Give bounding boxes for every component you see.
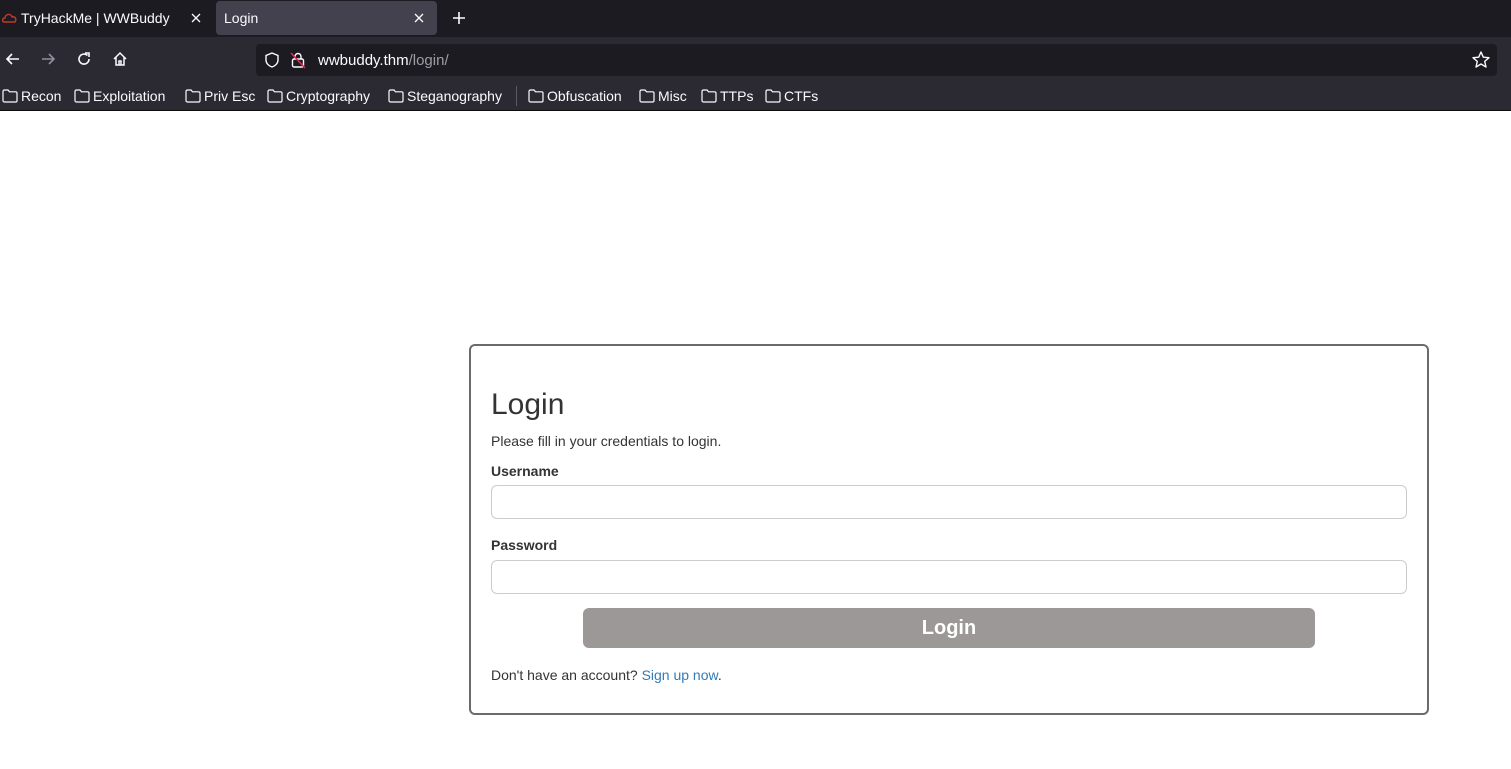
bookmark-folder-steganography[interactable]: Steganography — [388, 86, 502, 106]
tab-login[interactable]: Login — [216, 1, 437, 35]
bookmark-folder-recon[interactable]: Recon — [2, 86, 61, 106]
back-button[interactable] — [0, 46, 26, 72]
shield-icon[interactable] — [263, 51, 281, 69]
signup-prompt-text: Don't have an account? — [491, 667, 638, 683]
bookmark-label: Exploitation — [93, 88, 166, 104]
home-button[interactable] — [107, 46, 133, 72]
tab-tryhackme[interactable]: TryHackMe | WWBuddy — [0, 0, 214, 36]
tab-title: Login — [224, 10, 259, 26]
bookmark-folder-ttps[interactable]: TTPs — [701, 86, 753, 106]
signup-suffix: . — [717, 667, 722, 683]
signup-prompt: Don't have an account? Sign up now. — [491, 667, 722, 683]
folder-icon — [267, 89, 283, 103]
login-button[interactable]: Login — [583, 608, 1315, 648]
folder-icon — [388, 89, 404, 103]
bookmark-folder-exploitation[interactable]: Exploitation — [74, 86, 165, 106]
navigation-toolbar: wwbuddy.thm/login/ — [0, 37, 1511, 80]
bookmark-label: Cryptography — [286, 88, 371, 104]
bookmark-label: Priv Esc — [204, 88, 256, 104]
signup-link[interactable]: Sign up now — [642, 667, 718, 683]
folder-icon — [639, 89, 655, 103]
username-input[interactable] — [491, 485, 1407, 519]
bookmark-label: TTPs — [720, 88, 754, 104]
folder-icon — [74, 89, 90, 103]
arrow-left-icon — [5, 53, 19, 65]
address-bar[interactable]: wwbuddy.thm/login/ — [256, 44, 1497, 76]
tab-title: TryHackMe | WWBuddy — [21, 10, 170, 26]
bookmark-label: Recon — [21, 88, 62, 104]
login-card: Login Please fill in your credentials to… — [469, 344, 1429, 715]
folder-icon — [765, 89, 781, 103]
url-text[interactable]: wwbuddy.thm/login/ — [318, 52, 449, 69]
folder-icon — [2, 89, 18, 103]
username-label: Username — [491, 463, 559, 479]
bookmark-label: Obfuscation — [547, 88, 622, 104]
bookmark-folder-priv-esc[interactable]: Priv Esc — [185, 86, 255, 106]
bookmark-folder-ctfs[interactable]: CTFs — [765, 86, 818, 106]
bookmark-folder-cryptography[interactable]: Cryptography — [267, 86, 370, 106]
folder-icon — [701, 89, 717, 103]
bookmarks-toolbar: Recon Exploitation Priv Esc Cryptography Ste… — [0, 80, 1511, 111]
login-subtitle: Please fill in your credentials to login… — [491, 433, 722, 449]
login-heading: Login — [491, 388, 565, 421]
password-input[interactable] — [491, 560, 1407, 594]
bookmark-star-icon[interactable] — [1471, 50, 1491, 70]
bookmark-label: CTFs — [784, 88, 819, 104]
close-tab-icon[interactable] — [407, 6, 431, 30]
plus-icon — [453, 12, 465, 24]
bookmark-folder-misc[interactable]: Misc — [639, 86, 687, 106]
tab-bar: TryHackMe | WWBuddy Login — [0, 0, 1511, 37]
insecure-lock-icon[interactable] — [290, 51, 306, 69]
reload-button[interactable] — [71, 46, 97, 72]
bookmark-label: Steganography — [407, 88, 502, 104]
bookmark-folder-obfuscation[interactable]: Obfuscation — [528, 86, 622, 106]
forward-button[interactable] — [35, 46, 61, 72]
close-tab-icon[interactable] — [184, 6, 208, 30]
url-path: /login/ — [408, 52, 449, 69]
bookmark-label: Misc — [658, 88, 687, 104]
password-label: Password — [491, 537, 558, 553]
folder-icon — [528, 89, 544, 103]
new-tab-button[interactable] — [446, 5, 472, 31]
tryhackme-favicon-icon — [2, 13, 17, 23]
reload-icon — [78, 52, 90, 65]
bookmarks-separator — [516, 86, 517, 106]
folder-icon — [185, 89, 201, 103]
url-host: wwbuddy.thm — [318, 52, 409, 69]
home-icon — [113, 51, 127, 66]
arrow-right-icon — [42, 53, 56, 65]
